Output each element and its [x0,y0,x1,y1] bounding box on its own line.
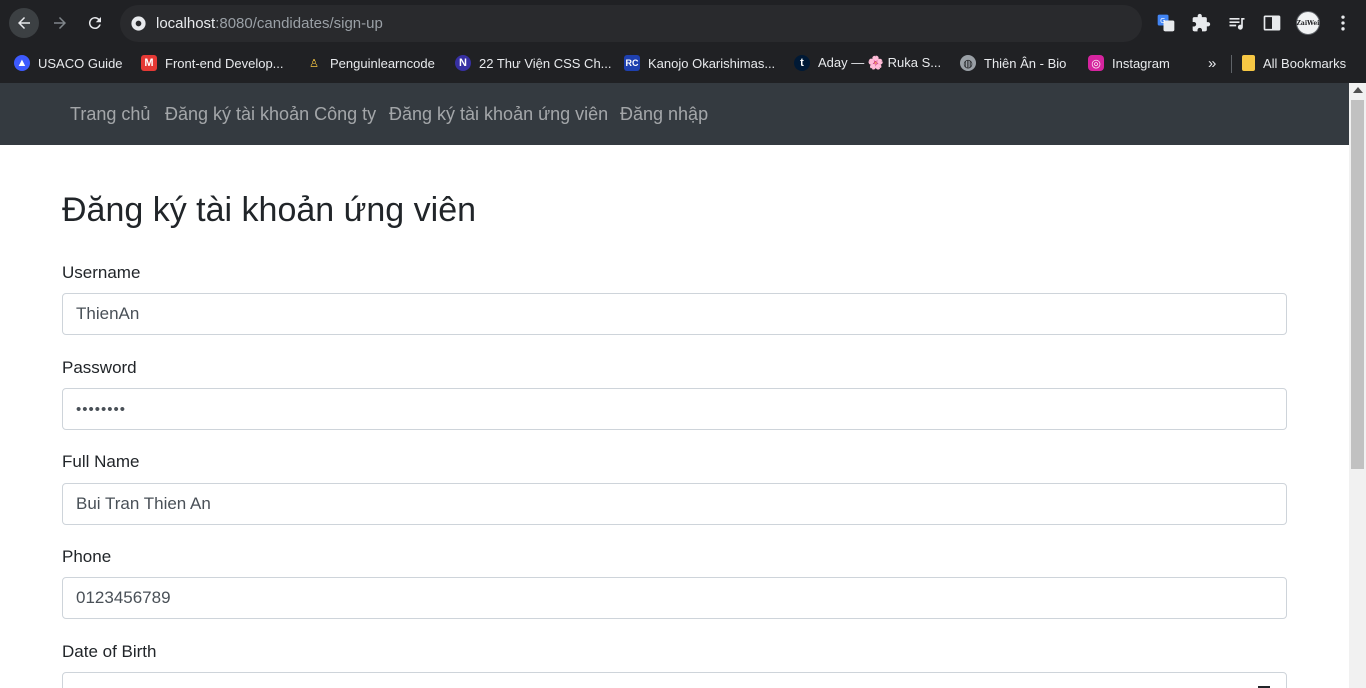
translate-icon: G [1157,14,1175,32]
bookmark-label: USACO Guide [38,55,123,71]
side-panel-button[interactable] [1261,12,1283,34]
phone-label: Phone [62,547,112,566]
scrollbar-thumb[interactable] [1351,100,1364,469]
instagram-icon: ◎ [1088,55,1104,71]
browser-toolbar: localhost:8080/candidates/sign-up G ZaiW… [0,0,1366,46]
bookmark-kanojo[interactable]: RC Kanojo Okarishimas... [624,52,775,74]
rc-icon: RC [624,55,640,71]
forward-button[interactable] [45,8,75,38]
profile-avatar[interactable]: ZaiWei [1296,11,1320,35]
globe-icon: ◍ [960,55,976,71]
browser-menu-button[interactable] [1332,12,1354,34]
username-value: ThienAn [76,304,140,323]
password-input[interactable]: •••••••• [62,388,1287,430]
nav-company-signup[interactable]: Đăng ký tài khoản Công ty [165,104,376,125]
bookmark-frontend[interactable]: M Front-end Develop... [141,52,284,74]
username-input[interactable]: ThienAn [62,293,1287,335]
translate-extension-button[interactable]: G [1155,12,1177,34]
bookmark-bio[interactable]: ◍ Thiên Ân - Bio [960,52,1066,74]
fullname-label: Full Name [62,452,140,471]
fullname-input[interactable]: Bui Tran Thien An [62,483,1287,525]
puzzle-icon [1192,13,1211,32]
tumblr-icon: t [794,55,810,71]
svg-text:G: G [1160,17,1165,25]
arrow-right-icon [54,17,66,29]
address-bar[interactable]: localhost:8080/candidates/sign-up [120,5,1142,42]
dob-input[interactable] [62,672,1287,688]
bookmark-label: Kanojo Okarishimas... [648,55,776,71]
browser-chrome: localhost:8080/candidates/sign-up G ZaiW… [0,0,1366,83]
n-icon: N [455,55,471,71]
bookmarks-bar: ▲ USACO Guide M Front-end Develop... ♙ P… [0,46,1366,80]
url-text: localhost:8080/candidates/sign-up [156,15,383,32]
url-path: :8080/candidates/sign-up [215,15,383,32]
bookmark-aday[interactable]: t Aday — 🌸 Ruka S... [794,52,941,74]
reload-button[interactable] [80,8,110,38]
phone-input[interactable]: 0123456789 [62,577,1287,619]
scroll-up-arrow-icon[interactable] [1353,87,1363,93]
folder-icon [1242,55,1255,71]
page-title: Đăng ký tài khoản ứng viên [62,191,477,229]
extensions-button[interactable] [1190,12,1212,34]
bookmark-instagram[interactable]: ◎ Instagram [1088,52,1170,74]
bookmark-label: 22 Thư Viện CSS Ch... [479,55,612,71]
site-info-icon[interactable] [130,15,147,32]
username-label: Username [62,263,141,282]
frontend-icon: M [141,55,157,71]
bookmark-penguin[interactable]: ♙ Penguinlearncode [306,52,435,74]
arrow-left-icon [18,17,30,29]
top-navbar: Trang chủ Đăng ký tài khoản Công ty Đăng… [0,83,1349,145]
nav-home[interactable]: Trang chủ [70,104,150,125]
fullname-value: Bui Tran Thien An [76,494,211,513]
bookmark-label: Front-end Develop... [165,55,284,71]
bookmark-label: Thiên Ân - Bio [984,55,1067,71]
nav-candidate-signup[interactable]: Đăng ký tài khoản ứng viên [389,104,608,125]
side-panel-icon [1263,15,1281,31]
bookmarks-divider [1231,55,1232,73]
penguin-icon: ♙ [309,57,319,70]
more-bookmarks-button[interactable]: » [1208,55,1216,72]
kebab-menu-icon [1341,15,1345,31]
password-label: Password [62,358,137,377]
media-control-button[interactable] [1226,12,1248,34]
bookmark-label: Instagram [1112,55,1170,71]
dob-label: Date of Birth [62,642,157,661]
back-button[interactable] [9,8,39,38]
bookmark-css[interactable]: N 22 Thư Viện CSS Ch... [455,52,612,74]
phone-value: 0123456789 [76,588,171,607]
usaco-icon: ▲ [14,55,30,71]
all-bookmarks-button[interactable]: All Bookmarks [1242,52,1346,74]
nav-login[interactable]: Đăng nhập [620,104,708,125]
playlist-icon [1229,18,1245,30]
bookmark-usaco[interactable]: ▲ USACO Guide [14,52,123,74]
password-value: •••••••• [76,400,127,418]
page-viewport: Trang chủ Đăng ký tài khoản Công ty Đăng… [0,83,1349,688]
bookmark-label: Aday — 🌸 Ruka S... [818,55,942,70]
all-bookmarks-label: All Bookmarks [1263,55,1347,71]
url-host: localhost [156,15,216,32]
bookmark-label: Penguinlearncode [330,55,435,71]
page-scrollbar[interactable] [1349,83,1366,688]
reload-icon [88,17,101,30]
